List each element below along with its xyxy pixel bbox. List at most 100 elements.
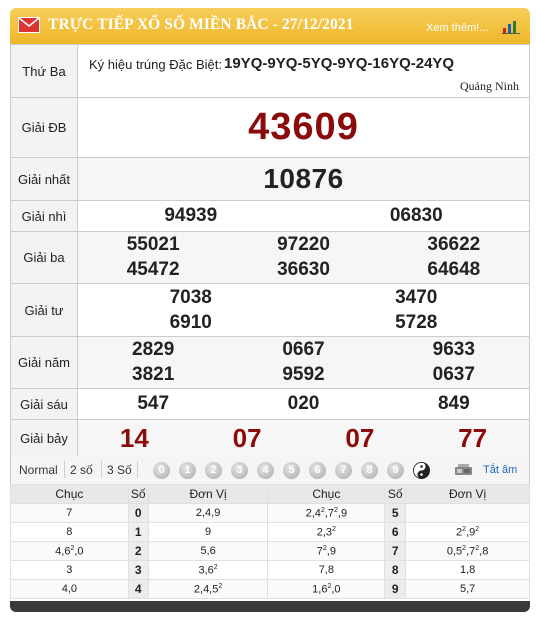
loto-don-vi-cell: 1,8	[405, 560, 530, 580]
prize-5-number: 0637	[432, 364, 475, 385]
loto-so-cell: 1	[127, 522, 149, 542]
loto-don-vi-cell	[405, 503, 530, 523]
divider	[137, 461, 138, 478]
prize-5-cell: 2829 0667 9633 3821 9592 0637	[77, 336, 530, 389]
prize-4-number: 6910	[169, 311, 212, 333]
prize-1-number: 10876	[263, 163, 344, 194]
prize-2-cell: 94939 06830	[77, 200, 530, 232]
prize-7-number: 14	[119, 422, 149, 453]
special-code-value: 19YQ-9YQ-5YQ-9YQ-16YQ-24YQ	[224, 55, 455, 72]
header-bar: TRỰC TIẾP XỔ SỐ MIỀN BẮC - 27/12/2021 Xe…	[10, 8, 530, 44]
loto-so-cell: 8	[384, 560, 407, 580]
loto-chuc-cell: 2,42,72,9	[267, 503, 386, 523]
prize-5-number: 9633	[432, 339, 475, 360]
loto-row: 4,0 4 2,4,52 1,62,0 9 5,7	[10, 579, 530, 599]
prize-3-number: 55021	[126, 234, 180, 255]
header-title: TRỰC TIẾP XỔ SỐ MIỀN BẮC - 27/12/2021	[48, 16, 354, 33]
loto-header-don-vi: Đơn Vị	[405, 484, 530, 504]
prize-6-number: 849	[437, 393, 470, 414]
special-code-cell: Ký hiệu trúng Đặc Biệt: 19YQ-9YQ-5YQ-9YQ…	[77, 44, 530, 98]
prize-1-label: Giải nhất	[10, 157, 78, 201]
prize-6-number: 547	[137, 393, 170, 414]
loto-don-vi-cell: 9	[147, 522, 269, 542]
speaker-icon[interactable]	[455, 464, 473, 477]
loto-so-cell: 9	[384, 579, 407, 599]
loto-row: 8 1 9 2,32 6 22,92	[10, 522, 530, 542]
prize-3-label: Giải ba	[10, 231, 78, 284]
loto-chuc-cell: 8	[10, 522, 129, 542]
loto-so-cell: 7	[384, 541, 407, 561]
prize-5-number: 2829	[132, 339, 175, 360]
prize-5-number: 3821	[132, 364, 175, 385]
display-controls: Normal 2 số 3 Số 0 1 2 3 4 5 6 7 8 9 Tắt…	[10, 456, 530, 484]
prize-4-label: Giải tư	[10, 283, 78, 337]
special-code-label: Ký hiệu trúng Đặc Biệt:	[89, 57, 222, 72]
lottery-widget: TRỰC TIẾP XỔ SỐ MIỀN BẮC - 27/12/2021 Xe…	[10, 8, 530, 612]
prize-2-label: Giải nhì	[10, 200, 78, 232]
digit-filter-0[interactable]: 0	[153, 462, 170, 479]
loto-chuc-cell: 4,62,0	[10, 541, 129, 561]
loto-don-vi-cell: 2,4,9	[147, 503, 269, 523]
prize-2-number: 94939	[164, 205, 218, 226]
prize-1-cell: 10876	[77, 157, 530, 201]
weekday-cell: Thứ Ba	[10, 44, 78, 98]
prize-db-cell: 43609	[77, 97, 530, 158]
loto-chuc-cell: 72,9	[267, 541, 386, 561]
prize-7-number: 07	[232, 422, 262, 453]
digit-filter-2[interactable]: 2	[205, 462, 222, 479]
loto-so-cell: 3	[127, 560, 149, 580]
prize-7-number: 07	[345, 422, 375, 453]
loto-so-cell: 4	[127, 579, 149, 599]
loto-so-cell: 2	[127, 541, 149, 561]
bar-chart-icon[interactable]	[502, 20, 520, 34]
loto-row: 3 3 3,62 7,8 8 1,8	[10, 560, 530, 580]
digit-filter-1[interactable]: 1	[179, 462, 196, 479]
prize-3-number: 36622	[427, 234, 481, 255]
mode-2-digit-option[interactable]: 2 số	[70, 463, 93, 477]
prize-4-number: 3470	[395, 286, 438, 308]
prize-2-number: 06830	[389, 205, 443, 226]
loto-so-cell: 6	[384, 522, 407, 542]
prize-7-cell: 14 07 07 77	[77, 419, 530, 457]
loto-row: 4,62,0 2 5,6 72,9 7 0,52,72,8	[10, 541, 530, 561]
prize-5-number: 0667	[282, 339, 325, 360]
loto-header-chuc: Chục	[10, 484, 129, 504]
loto-chuc-cell: 7,8	[267, 560, 386, 580]
prize-7-number: 77	[458, 422, 488, 453]
divider	[64, 461, 65, 478]
see-more-link[interactable]: Xem thêm!...	[426, 22, 488, 34]
loto-don-vi-cell: 22,92	[405, 522, 530, 542]
loto-chuc-cell: 1,62,0	[267, 579, 386, 599]
digit-filter-9[interactable]: 9	[387, 462, 404, 479]
digit-filter-6[interactable]: 6	[309, 462, 326, 479]
prize-5-label: Giải năm	[10, 336, 78, 389]
loto-so-cell: 0	[127, 503, 149, 523]
loto-chuc-cell: 7	[10, 503, 129, 523]
mode-3-digit-option[interactable]: 3 Số	[107, 463, 132, 477]
loto-header-don-vi: Đơn Vị	[147, 484, 269, 504]
loto-don-vi-cell: 3,62	[147, 560, 269, 580]
mode-normal-option[interactable]: Normal	[19, 463, 58, 477]
digit-filter-7[interactable]: 7	[335, 462, 352, 479]
prize-7-label: Giải bảy	[10, 419, 78, 457]
loto-chuc-cell: 2,32	[267, 522, 386, 542]
prize-db-number: 43609	[248, 106, 359, 148]
prize-3-number: 64648	[427, 259, 481, 280]
loto-so-cell: 5	[384, 503, 407, 523]
prize-4-cell: 7038 3470 6910 5728	[77, 283, 530, 337]
prize-6-cell: 547 020 849	[77, 388, 530, 420]
mute-toggle[interactable]: Tắt âm	[483, 464, 517, 476]
loto-table: Chục Số Đơn Vị Chục Số Đơn Vị 7 0 2,4,9 2,4…	[10, 484, 530, 599]
loto-row: 7 0 2,4,9 2,42,72,9 5	[10, 503, 530, 523]
loto-don-vi-cell: 5,7	[405, 579, 530, 599]
digit-filter-3[interactable]: 3	[231, 462, 248, 479]
digit-filter-4[interactable]: 4	[257, 462, 274, 479]
digit-filter-8[interactable]: 8	[361, 462, 378, 479]
digit-filter-5[interactable]: 5	[283, 462, 300, 479]
results-table: Thứ Ba Ký hiệu trúng Đặc Biệt: 19YQ-9YQ-…	[10, 44, 530, 457]
prize-6-number: 020	[287, 393, 320, 414]
province-name: Quảng Ninh	[460, 79, 519, 93]
yin-yang-icon[interactable]	[413, 462, 430, 479]
prize-3-cell: 55021 97220 36622 45472 36630 64648	[77, 231, 530, 284]
loto-chuc-cell: 3	[10, 560, 129, 580]
